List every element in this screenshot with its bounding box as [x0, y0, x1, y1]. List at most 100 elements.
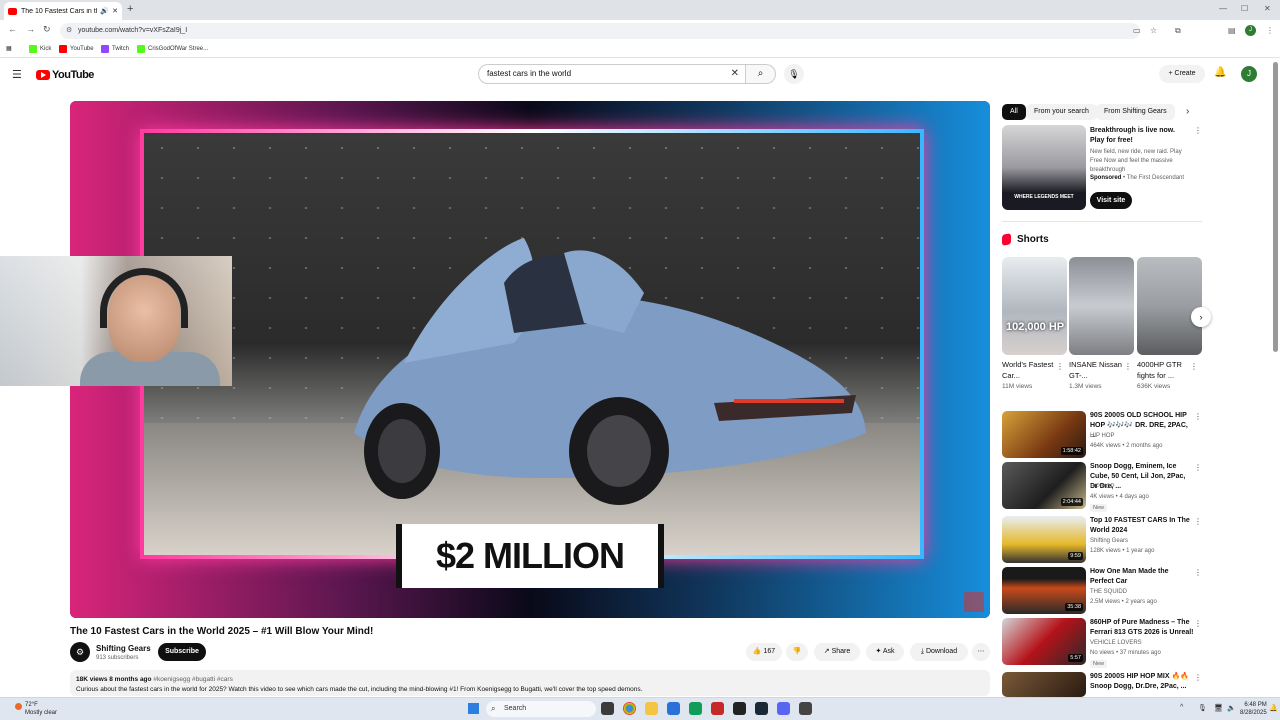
extensions-icon[interactable]: ⧉ — [1175, 26, 1181, 36]
browser-tab[interactable]: The 10 Fastest Cars in the W 🔊 ✕ — [4, 2, 122, 20]
network-icon[interactable]: 🖥 — [1214, 704, 1223, 712]
chrome-icon[interactable] — [623, 702, 636, 715]
rec-more-icon[interactable]: ⋮ — [1194, 619, 1202, 628]
rec-thumbnail-2[interactable]: 2:04:44 — [1002, 462, 1086, 509]
visit-site-button[interactable]: Visit site — [1090, 192, 1132, 209]
clear-search-icon[interactable]: ✕ — [731, 65, 739, 83]
mic-tray-icon[interactable]: 🎙 — [1198, 704, 1207, 712]
file-explorer-icon[interactable] — [645, 702, 658, 715]
app-icon[interactable] — [689, 702, 702, 715]
rec-channel-5[interactable]: VEHICLE LOVERS — [1090, 640, 1142, 646]
bookmark-star-icon[interactable]: ☆ — [1150, 26, 1157, 35]
forward-icon[interactable]: → — [26, 24, 35, 34]
ad-thumbnail[interactable]: WHERE LEGENDS MEET — [1002, 125, 1086, 210]
site-info-icon[interactable]: ⚙ — [66, 23, 72, 39]
channel-watermark[interactable] — [964, 592, 984, 612]
short-thumbnail-1[interactable]: 102,000 HP — [1002, 257, 1067, 355]
rec-title-4[interactable]: How One Man Made the Perfect Car — [1090, 567, 1194, 587]
short-thumbnail-3[interactable] — [1137, 257, 1202, 355]
download-button[interactable]: ⤓ Download — [910, 643, 968, 661]
rec-thumbnail-6[interactable] — [1002, 672, 1086, 697]
rec-more-icon[interactable]: ⋮ — [1194, 673, 1202, 682]
short-title-3[interactable]: 4000HP GTR fights for ... — [1137, 359, 1195, 381]
windows-start-icon[interactable] — [468, 703, 479, 714]
chip-from-your-search[interactable]: From your search — [1026, 104, 1097, 120]
new-tab-icon[interactable]: + — [127, 3, 133, 15]
rec-thumbnail-3[interactable]: 9:59 — [1002, 516, 1086, 563]
ad-more-icon[interactable]: ⋮ — [1194, 126, 1202, 135]
channel-avatar[interactable]: ⚙ — [70, 642, 90, 662]
audio-icon[interactable]: 🔊 — [100, 7, 109, 15]
ad-title[interactable]: Breakthrough is live now. Play for free! — [1090, 126, 1190, 146]
apps-grid-icon[interactable]: ▦ — [6, 45, 12, 52]
create-button[interactable]: + Create — [1159, 65, 1205, 83]
close-tab-icon[interactable]: ✕ — [112, 7, 118, 15]
rec-thumbnail-4[interactable]: 35:38 — [1002, 567, 1086, 614]
app-icon[interactable] — [799, 702, 812, 715]
rec-more-icon[interactable]: ⋮ — [1194, 568, 1202, 577]
maximize-icon[interactable]: ☐ — [1241, 4, 1248, 13]
sidebar-panel-icon[interactable]: ▤ — [1228, 26, 1236, 35]
search-button[interactable]: ⌕ — [746, 64, 776, 84]
subscribe-button[interactable]: Subscribe — [158, 643, 206, 661]
tray-chevron-icon[interactable]: ^ — [1180, 704, 1183, 711]
weather-widget[interactable]: 72°F Mostly clear — [15, 701, 57, 717]
notification-icon[interactable]: 🔔 — [1269, 704, 1278, 712]
short-thumbnail-2[interactable] — [1069, 257, 1134, 355]
channel-name[interactable]: Shifting Gears — [96, 644, 151, 653]
rec-channel-1[interactable]: HIP HOP — [1090, 433, 1115, 439]
cast-icon[interactable]: ▭ — [1133, 26, 1141, 35]
short-title-1[interactable]: World's Fastest Car... — [1002, 359, 1060, 381]
rec-more-icon[interactable]: ⋮ — [1194, 463, 1202, 472]
short-more-icon[interactable]: ⋮ — [1124, 362, 1132, 371]
chevron-right-icon[interactable]: › — [1186, 106, 1189, 117]
short-more-icon[interactable]: ⋮ — [1056, 362, 1064, 371]
rec-title-6[interactable]: 90S 2000S HIP HOP MIX 🔥🔥 Snoop Dogg, Dr.… — [1090, 672, 1194, 692]
menu-icon[interactable]: ☰ — [12, 68, 22, 81]
page-scrollbar[interactable] — [1273, 62, 1278, 352]
rec-title-3[interactable]: Top 10 FASTEST CARS In The World 2024 — [1090, 516, 1194, 536]
chip-all[interactable]: All — [1002, 104, 1026, 120]
rec-channel-3[interactable]: Shifting Gears — [1090, 538, 1128, 544]
clock[interactable]: 6:48 PM 8/28/2025 — [1240, 701, 1267, 717]
rec-title-5[interactable]: 860HP of Pure Madness – The Ferrari 813 … — [1090, 618, 1194, 638]
discord-icon[interactable] — [777, 702, 790, 715]
steam-icon[interactable] — [755, 702, 768, 715]
back-icon[interactable]: ← — [8, 24, 17, 34]
rec-more-icon[interactable]: ⋮ — [1194, 412, 1202, 421]
share-button[interactable]: ↗ Share — [814, 643, 860, 661]
rec-channel-2[interactable]: HIP HOP — [1090, 484, 1115, 490]
close-window-icon[interactable]: ✕ — [1264, 4, 1271, 13]
shorts-next-button[interactable]: › — [1191, 307, 1211, 327]
minimize-icon[interactable]: — — [1219, 4, 1227, 13]
chip-from-shifting-gears[interactable]: From Shifting Gears — [1096, 104, 1175, 120]
voice-search-button[interactable]: 🎙 — [784, 64, 804, 84]
bookmark-youtube[interactable]: YouTube — [59, 45, 94, 53]
rec-thumbnail-1[interactable]: 1:58:42 — [1002, 411, 1086, 458]
browser-profile-avatar[interactable]: J — [1245, 25, 1256, 36]
account-avatar[interactable]: J — [1241, 66, 1257, 82]
short-more-icon[interactable]: ⋮ — [1190, 362, 1198, 371]
edge-icon[interactable] — [667, 702, 680, 715]
dislike-button[interactable]: 👎 — [786, 643, 808, 661]
short-title-2[interactable]: INSANE Nissan GT-... — [1069, 359, 1127, 381]
reload-icon[interactable]: ↻ — [43, 24, 51, 35]
address-bar[interactable]: ⚙ youtube.com/watch?v=vXFsZaI9j_I — [60, 23, 1140, 39]
rec-channel-4[interactable]: THE SQUIDD — [1090, 589, 1127, 595]
youtube-logo[interactable]: YouTube — [36, 69, 94, 81]
ask-button[interactable]: ✦ Ask — [866, 643, 904, 661]
taskbar-search[interactable]: ⌕ Search — [486, 701, 596, 717]
task-view-icon[interactable] — [601, 702, 614, 715]
rec-more-icon[interactable]: ⋮ — [1194, 517, 1202, 526]
app-icon[interactable] — [711, 702, 724, 715]
notifications-bell-icon[interactable]: 🔔 — [1214, 67, 1226, 78]
volume-icon[interactable]: 🔈 — [1227, 704, 1236, 712]
bookmark-crisgodofwar[interactable]: CrisGodOfWar Stree... — [137, 45, 208, 53]
search-input[interactable]: fastest cars in the world ✕ — [478, 64, 746, 84]
like-button[interactable]: 👍 167 — [746, 643, 782, 661]
bookmark-kick[interactable]: Kick — [29, 45, 51, 53]
app-icon[interactable] — [733, 702, 746, 715]
rec-thumbnail-5[interactable]: 5:57 — [1002, 618, 1086, 665]
more-actions-button[interactable]: ⋯ — [972, 643, 990, 661]
hashtags[interactable]: #koenigsegg #bugatti #cars — [153, 676, 233, 683]
